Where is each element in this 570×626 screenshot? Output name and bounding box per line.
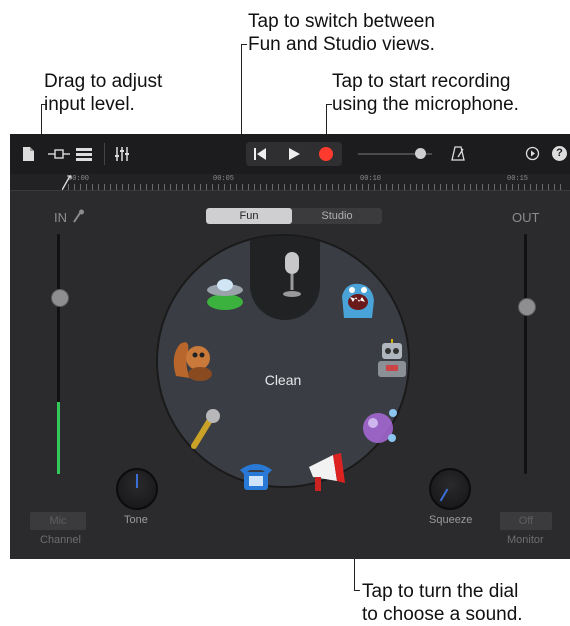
megaphone-icon[interactable] [305, 451, 349, 495]
monitor-label: Monitor [507, 534, 544, 546]
ruler-tick: 00:05 [213, 175, 235, 183]
leader-dial-bottom [354, 590, 360, 591]
squeeze-knob[interactable] [429, 468, 471, 510]
ruler-marks [68, 184, 566, 190]
robot-icon[interactable] [372, 339, 412, 383]
record-button[interactable] [319, 147, 333, 161]
callout-dial: Tap to turn the dial to choose a sound. [362, 581, 523, 625]
output-label: OUT [512, 210, 540, 225]
monster-icon[interactable] [338, 280, 378, 320]
toolbar-divider [104, 143, 105, 165]
playhead-icon[interactable] [62, 174, 72, 190]
rewind-icon[interactable] [254, 148, 266, 160]
view-toggle-icon[interactable] [48, 147, 70, 161]
document-icon[interactable] [22, 147, 34, 161]
play-icon[interactable] [288, 148, 300, 160]
bubbles-icon[interactable] [358, 404, 400, 446]
help-icon[interactable]: ? [552, 146, 567, 161]
tone-knob[interactable] [116, 468, 158, 510]
leader-input-top [41, 104, 47, 105]
callout-views: Tap to switch between Fun and Studio vie… [248, 11, 435, 55]
view-segmented-control: Fun Studio [206, 208, 382, 224]
leader-views-top [241, 44, 247, 45]
callout-record: Tap to start recording using the microph… [332, 71, 519, 115]
tone-knob-indicator [136, 474, 138, 488]
ruler-tick: 00:10 [360, 175, 382, 183]
tab-fun[interactable]: Fun [206, 208, 292, 224]
callout-input: Drag to adjust input level. [44, 71, 163, 115]
metronome-icon[interactable] [451, 146, 465, 161]
ufo-icon[interactable] [202, 276, 248, 312]
squeeze-label: Squeeze [429, 514, 473, 526]
input-level-meter [57, 402, 60, 474]
tone-label: Tone [124, 514, 148, 526]
monitor-off-button[interactable]: Off [500, 512, 552, 530]
tab-studio[interactable]: Studio [292, 208, 382, 224]
volume-slider-thumb[interactable] [415, 148, 426, 159]
ruler-tick: 00:15 [507, 175, 529, 183]
leader-record-top [326, 104, 332, 105]
input-level-thumb[interactable] [51, 289, 69, 307]
tracks-view-icon[interactable] [76, 147, 92, 161]
mic-button[interactable]: Mic [30, 512, 86, 530]
squeeze-knob-indicator [439, 488, 449, 502]
output-level-thumb[interactable] [518, 298, 536, 316]
channel-label: Channel [40, 534, 81, 546]
control-bar: ? [10, 134, 570, 174]
input-label: IN [54, 210, 67, 225]
studio-microphone-icon[interactable] [280, 252, 304, 298]
app-window: ? 00:00 00:05 00:10 00:15 Fun Studio IN … [10, 134, 570, 559]
karaoke-mic-icon[interactable] [188, 408, 222, 450]
mixer-icon[interactable] [114, 146, 130, 162]
settings-dial-icon[interactable] [525, 146, 540, 161]
chipmunk-icon[interactable] [170, 338, 216, 382]
input-mic-icon [73, 209, 84, 223]
output-level-track[interactable] [524, 234, 527, 474]
timeline-ruler[interactable]: 00:00 00:05 00:10 00:15 [10, 174, 570, 191]
telephone-icon[interactable] [236, 456, 276, 492]
